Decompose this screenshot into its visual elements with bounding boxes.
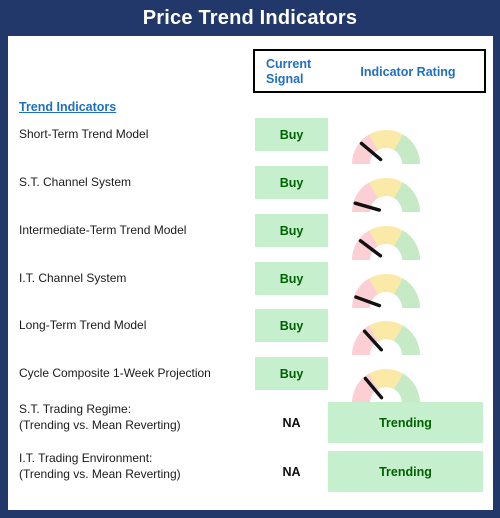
- indicator-rating-gauge: [338, 166, 488, 212]
- gauge-chart: [352, 321, 420, 355]
- current-signal-value: Buy: [279, 223, 304, 238]
- current-signal-value: NA: [282, 415, 301, 430]
- indicator-label: Short-Term Trend Model: [19, 127, 149, 141]
- current-signal-cell: Buy: [255, 214, 328, 247]
- indicator-rating-value: Trending: [379, 415, 432, 430]
- current-signal-value: Buy: [279, 366, 304, 381]
- column-header-current-signal-line1: Current: [266, 57, 312, 71]
- section-heading-trend-indicators: Trend Indicators: [19, 100, 117, 114]
- indicator-rating-gauge: [338, 309, 488, 355]
- gauge-chart: [352, 369, 420, 403]
- indicator-label: Cycle Composite 1-Week Projection: [19, 366, 211, 380]
- gauge-chart: [352, 178, 420, 212]
- current-signal-cell: NA: [255, 455, 328, 488]
- current-signal-value: Buy: [279, 271, 304, 286]
- price-trend-indicators-panel: Price Trend Indicators Current Signal In…: [0, 0, 500, 518]
- gauge-chart: [352, 130, 420, 164]
- indicator-rating-cell: Trending: [328, 402, 483, 443]
- indicator-label: Intermediate-Term Trend Model: [19, 223, 187, 237]
- current-signal-cell: NA: [255, 406, 328, 439]
- column-header-current-signal: Current Signal: [266, 57, 336, 87]
- current-signal-cell: Buy: [255, 118, 328, 151]
- column-header-current-signal-line2: Signal: [266, 72, 304, 86]
- current-signal-cell: Buy: [255, 166, 328, 199]
- table-header-box: Current Signal Indicator Rating: [253, 49, 486, 93]
- current-signal-value: NA: [282, 464, 301, 479]
- indicator-rating-gauge: [338, 262, 488, 308]
- indicator-label-line2: (Trending vs. Mean Reverting): [19, 467, 181, 481]
- page-title: Price Trend Indicators: [142, 7, 358, 29]
- gauge-chart: [352, 226, 420, 260]
- current-signal-value: Buy: [279, 318, 304, 333]
- current-signal-cell: Buy: [255, 262, 328, 295]
- current-signal-cell: Buy: [255, 309, 328, 342]
- indicator-label: Long-Term Trend Model: [19, 318, 147, 332]
- indicator-rating-cell: Trending: [328, 451, 483, 492]
- indicator-rating-gauge: [338, 357, 488, 403]
- column-header-indicator-rating: Indicator Rating: [360, 65, 456, 79]
- indicator-rating-gauge: [338, 214, 488, 260]
- current-signal-cell: Buy: [255, 357, 328, 390]
- indicator-label: S.T. Channel System: [19, 175, 132, 189]
- indicator-label: I.T. Trading Environment: (Trending vs. M…: [19, 450, 181, 482]
- indicator-label: I.T. Channel System: [19, 271, 127, 285]
- indicator-label: S.T. Trading Regime: (Trending vs. Mean R…: [19, 401, 181, 433]
- indicator-label-line1: I.T. Trading Environment:: [19, 451, 153, 465]
- current-signal-value: Buy: [279, 175, 304, 190]
- indicator-label-line2: (Trending vs. Mean Reverting): [19, 418, 181, 432]
- panel-title-bar: Price Trend Indicators: [0, 0, 500, 36]
- indicator-label-line1: S.T. Trading Regime:: [19, 402, 132, 416]
- indicator-rating-value: Trending: [379, 464, 432, 479]
- indicator-rating-gauge: [338, 118, 488, 164]
- gauge-chart: [352, 274, 420, 308]
- current-signal-value: Buy: [279, 127, 304, 142]
- panel-content: Current Signal Indicator Rating Trend In…: [8, 36, 493, 510]
